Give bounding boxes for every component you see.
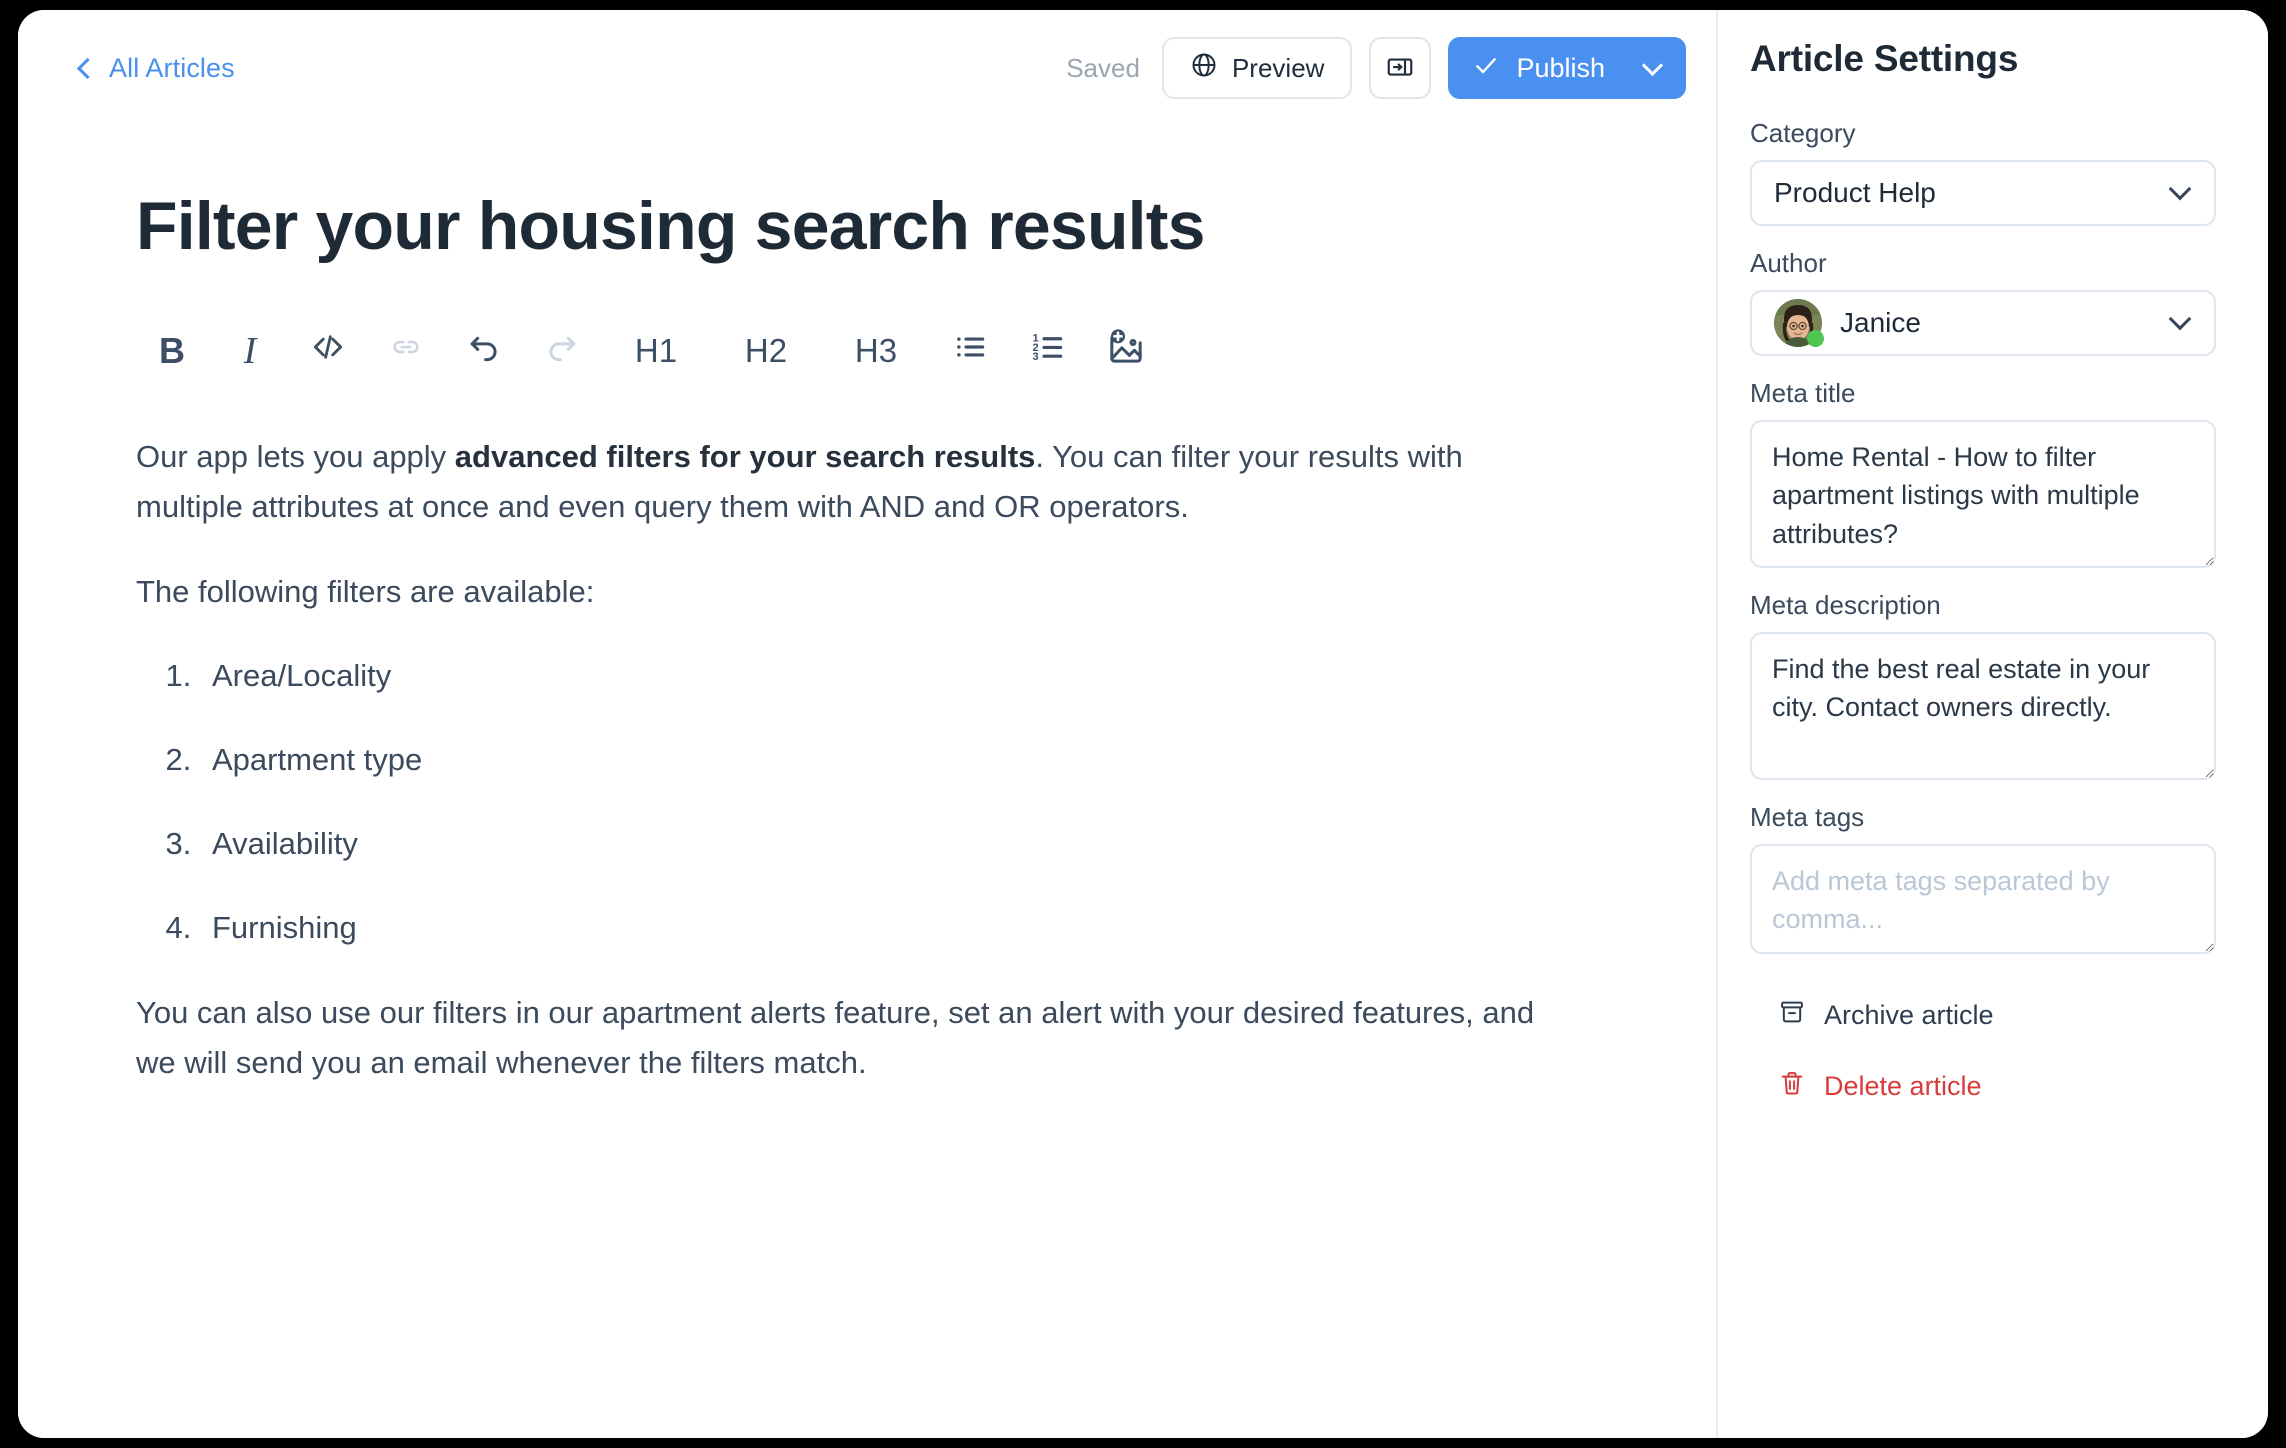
meta-tags-input[interactable] bbox=[1750, 844, 2216, 954]
app-window: All Articles Saved Preview Publish Filte… bbox=[18, 10, 2268, 1438]
chevron-down-icon bbox=[2168, 307, 2192, 331]
archive-article-label: Archive article bbox=[1824, 1000, 1994, 1030]
article-body-editor[interactable]: Our app lets you apply advanced filters … bbox=[136, 432, 1654, 1088]
author-label: Author bbox=[1750, 248, 1827, 278]
article-title-input[interactable]: Filter your housing search results bbox=[136, 188, 1654, 264]
redo-button[interactable] bbox=[523, 316, 601, 386]
archive-icon bbox=[1778, 998, 1806, 1033]
body-paragraph-3: You can also use our filters in our apar… bbox=[136, 994, 1535, 1080]
bold-icon: B bbox=[159, 330, 185, 372]
italic-icon: I bbox=[243, 330, 257, 373]
publish-button[interactable]: Publish bbox=[1448, 37, 1686, 99]
code-icon bbox=[309, 328, 347, 375]
list-item: Furnishing bbox=[200, 903, 1654, 953]
globe-icon bbox=[1190, 51, 1218, 86]
numbered-list-button[interactable]: 1 2 3 bbox=[1009, 316, 1087, 386]
trash-icon bbox=[1778, 1069, 1806, 1104]
meta-description-input[interactable] bbox=[1750, 632, 2216, 780]
author-field-group: Author Janice bbox=[1750, 248, 2216, 356]
bulleted-list-button[interactable] bbox=[931, 316, 1009, 386]
meta-title-label: Meta title bbox=[1750, 378, 1856, 408]
category-label: Category bbox=[1750, 118, 1856, 148]
add-image-icon bbox=[1106, 327, 1146, 376]
editor-column: All Articles Saved Preview Publish Filte… bbox=[18, 10, 1718, 1438]
link-icon bbox=[389, 330, 423, 373]
list-item: Apartment type bbox=[200, 735, 1654, 785]
undo-icon bbox=[465, 328, 503, 375]
paragraph-1-lead: Our app lets you apply bbox=[136, 439, 455, 475]
heading-2-button[interactable]: H2 bbox=[711, 316, 821, 386]
filter-ordered-list: Area/Locality Apartment type Availabilit… bbox=[136, 651, 1654, 954]
heading-1-icon: H1 bbox=[634, 332, 678, 370]
paragraph-1-emphasis: advanced filters for your search results bbox=[454, 439, 1036, 475]
code-button[interactable] bbox=[289, 316, 367, 386]
bulleted-list-icon bbox=[951, 328, 989, 375]
meta-tags-label: Meta tags bbox=[1750, 802, 1865, 832]
list-item: Area/Locality bbox=[200, 651, 1654, 701]
meta-tags-field-group: Meta tags bbox=[1750, 802, 2216, 954]
preview-button-label: Preview bbox=[1231, 52, 1325, 83]
heading-3-icon: H3 bbox=[854, 332, 898, 370]
top-bar-actions: Saved Preview Publish bbox=[1066, 37, 1686, 99]
toggle-side-panel-button[interactable] bbox=[1369, 37, 1432, 99]
svg-text:3: 3 bbox=[1032, 351, 1038, 363]
add-image-button[interactable] bbox=[1087, 316, 1165, 386]
bold-button[interactable]: B bbox=[133, 316, 211, 386]
list-item: Availability bbox=[200, 819, 1654, 869]
category-select[interactable]: Product Help bbox=[1750, 160, 2216, 226]
settings-panel-title: Article Settings bbox=[1750, 38, 2019, 79]
archive-article-button[interactable]: Archive article bbox=[1778, 998, 2216, 1033]
online-status-dot bbox=[1807, 330, 1824, 347]
heading-1-button[interactable]: H1 bbox=[601, 316, 711, 386]
chevron-down-icon[interactable] bbox=[1641, 54, 1664, 76]
saved-status: Saved bbox=[1066, 52, 1140, 83]
category-field-group: Category Product Help bbox=[1750, 118, 2216, 226]
numbered-list-icon: 1 2 3 bbox=[1029, 328, 1067, 375]
meta-description-label: Meta description bbox=[1750, 590, 1941, 620]
meta-title-field-group: Meta title bbox=[1750, 378, 2216, 568]
author-selected-value: Janice bbox=[1840, 307, 1921, 338]
formatting-toolbar: B I H1 H2 H3 1 2 3 bbox=[133, 316, 1654, 386]
category-selected-value: Product Help bbox=[1774, 177, 1936, 208]
italic-button[interactable]: I bbox=[211, 316, 289, 386]
article-area: Filter your housing search results B I H… bbox=[18, 188, 1716, 1088]
article-danger-actions: Archive article Delete article bbox=[1750, 998, 2216, 1104]
avatar bbox=[1774, 299, 1824, 347]
editor-top-bar: All Articles Saved Preview Publish bbox=[18, 10, 1716, 126]
link-button[interactable] bbox=[367, 316, 445, 386]
meta-description-field-group: Meta description bbox=[1750, 590, 2216, 780]
delete-article-button[interactable]: Delete article bbox=[1778, 1069, 2216, 1104]
undo-button[interactable] bbox=[445, 316, 523, 386]
redo-icon bbox=[543, 328, 581, 375]
delete-article-label: Delete article bbox=[1824, 1071, 1982, 1101]
heading-3-button[interactable]: H3 bbox=[821, 316, 931, 386]
check-icon bbox=[1472, 51, 1500, 86]
heading-2-icon: H2 bbox=[744, 332, 788, 370]
meta-title-input[interactable] bbox=[1750, 420, 2216, 568]
back-to-all-articles-link[interactable]: All Articles bbox=[76, 52, 235, 84]
body-paragraph-2: The following filters are available: bbox=[136, 573, 595, 609]
publish-button-label: Publish bbox=[1516, 52, 1605, 83]
chevron-left-icon bbox=[76, 57, 99, 80]
author-select[interactable]: Janice bbox=[1750, 290, 2216, 356]
back-link-label: All Articles bbox=[109, 52, 235, 83]
article-settings-panel: Article Settings Category Product Help A… bbox=[1718, 10, 2268, 1438]
body-paragraph-1: Our app lets you apply advanced filters … bbox=[136, 432, 1556, 532]
chevron-down-icon bbox=[2168, 177, 2192, 201]
panel-right-icon bbox=[1385, 52, 1415, 85]
preview-button[interactable]: Preview bbox=[1161, 37, 1353, 99]
